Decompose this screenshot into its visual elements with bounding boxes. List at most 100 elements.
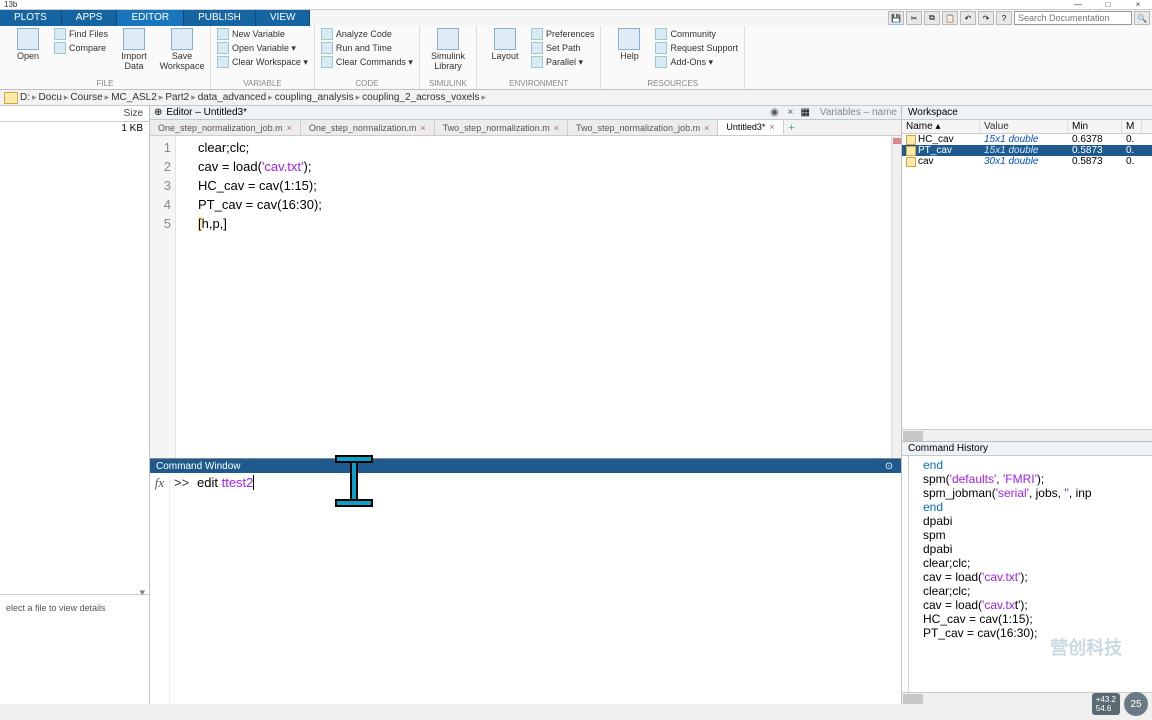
breadcrします-5[interactable]: data_advanced▸ bbox=[198, 92, 273, 103]
open-button[interactable]: Open bbox=[6, 28, 50, 61]
clearcmd-button[interactable]: Clear Commands ▾ bbox=[321, 56, 413, 68]
history-line-3[interactable]: end bbox=[923, 500, 1148, 514]
ws-row-HC_cav[interactable]: HC_cav15x1 double0.63780. bbox=[902, 134, 1152, 145]
history-line-4[interactable]: dpabi bbox=[923, 514, 1148, 528]
qa-cut-icon[interactable]: ✂ bbox=[906, 11, 922, 25]
import-button[interactable]: Import Data bbox=[112, 28, 156, 71]
help-button[interactable]: Help bbox=[607, 28, 651, 61]
parallel-button[interactable]: Parallel ▾ bbox=[531, 56, 595, 68]
tab-close-icon[interactable]: × bbox=[704, 123, 709, 133]
workspace-header[interactable]: Workspace bbox=[902, 106, 1152, 120]
fx-icon[interactable]: fx bbox=[150, 473, 170, 704]
help-icon bbox=[618, 28, 640, 50]
search-icon[interactable]: 🔍 bbox=[1134, 11, 1150, 25]
tab-publish[interactable]: PUBLISH bbox=[184, 10, 256, 26]
ws-hscroll[interactable] bbox=[902, 429, 1152, 441]
file-tab-2[interactable]: Two_step_normalization.m× bbox=[435, 120, 568, 135]
tab-view[interactable]: VIEW bbox=[256, 10, 311, 26]
qa-help-icon[interactable]: ? bbox=[996, 11, 1012, 25]
qa-copy-icon[interactable]: ⧉ bbox=[924, 11, 940, 25]
command-input[interactable]: >> edit ttest2 bbox=[170, 473, 258, 704]
history-line-10[interactable]: cav = load('cav.txt'); bbox=[923, 598, 1148, 612]
path-icon bbox=[531, 42, 543, 54]
tab-close-icon[interactable]: × bbox=[287, 123, 292, 133]
tab-editor[interactable]: EDITOR bbox=[117, 10, 184, 26]
history-header[interactable]: Command History bbox=[902, 442, 1152, 456]
clearws-button[interactable]: Clear Workspace ▾ bbox=[217, 56, 308, 68]
folder-icon[interactable] bbox=[4, 92, 18, 104]
prefs-button[interactable]: Preferences bbox=[531, 28, 595, 40]
history-line-5[interactable]: spm bbox=[923, 528, 1148, 542]
openvar-button[interactable]: Open Variable ▾ bbox=[217, 42, 308, 54]
add-tab-button[interactable]: + bbox=[784, 120, 800, 135]
history-line-7[interactable]: clear;clc; bbox=[923, 556, 1148, 570]
max-button[interactable]: □ bbox=[1098, 0, 1118, 9]
editor-close-icon[interactable]: × bbox=[784, 107, 796, 118]
layout-button[interactable]: Layout bbox=[483, 28, 527, 61]
tab-plots[interactable]: PLOTS bbox=[0, 10, 62, 26]
history-line-8[interactable]: cav = load('cav.txt'); bbox=[923, 570, 1148, 584]
file-tab-4[interactable]: Untitled3*× bbox=[718, 120, 783, 135]
savews-button[interactable]: Save Workspace bbox=[160, 28, 204, 71]
addons-button[interactable]: Add-Ons ▾ bbox=[655, 56, 738, 68]
editor-popup-icon[interactable]: ◉ bbox=[768, 107, 780, 118]
variables-pane-title[interactable]: Variables – name bbox=[814, 107, 897, 118]
ws-row-PT_cav[interactable]: PT_cav15x1 double0.58730. bbox=[902, 145, 1152, 156]
ws-col-max[interactable]: M bbox=[1122, 120, 1142, 133]
qa-paste-icon[interactable]: 📋 bbox=[942, 11, 958, 25]
cmd-arg: ttest2 bbox=[222, 475, 254, 490]
qa-save-icon[interactable]: 💾 bbox=[888, 11, 904, 25]
simulink-button[interactable]: Simulink Library bbox=[426, 28, 470, 71]
file-tab-0[interactable]: One_step_normalization_job.m× bbox=[150, 120, 301, 135]
breadcrします-4[interactable]: Part2▸ bbox=[165, 92, 195, 103]
cf-row[interactable]: 1 KB bbox=[0, 122, 149, 135]
findfiles-button[interactable]: Find Files bbox=[54, 28, 108, 40]
file-tab-3[interactable]: Two_step_normalization_job.m× bbox=[568, 120, 718, 135]
breadcrします-3[interactable]: MC_ASL2▸ bbox=[111, 92, 163, 103]
command-history-pane: Command History endspm('defaults', 'FMRI… bbox=[902, 441, 1152, 704]
history-line-11[interactable]: HC_cav = cav(1:15); bbox=[923, 612, 1148, 626]
newvar-button[interactable]: New Variable bbox=[217, 28, 308, 40]
search-doc-input[interactable] bbox=[1014, 11, 1132, 25]
ws-row-cav[interactable]: cav30x1 double0.58730. bbox=[902, 156, 1152, 167]
code-minimap[interactable] bbox=[891, 136, 901, 458]
breadcrします-1[interactable]: Docu▸ bbox=[39, 92, 69, 103]
breadcrします-0[interactable]: D:▸ bbox=[20, 92, 37, 103]
tab-apps[interactable]: APPS bbox=[62, 10, 118, 26]
support-button[interactable]: Request Support bbox=[655, 42, 738, 54]
ws-columns[interactable]: Name ▴ Value Min M bbox=[902, 120, 1152, 134]
cf-splitter[interactable]: ▾ bbox=[0, 586, 149, 594]
ws-col-name[interactable]: Name ▴ bbox=[902, 120, 980, 133]
history-line-0[interactable]: end bbox=[923, 458, 1148, 472]
command-window-header[interactable]: Command Window ⊙ bbox=[150, 459, 901, 473]
tab-close-icon[interactable]: × bbox=[769, 122, 774, 132]
tab-close-icon[interactable]: × bbox=[420, 123, 425, 133]
history-line-9[interactable]: clear;clc; bbox=[923, 584, 1148, 598]
compare-button[interactable]: Compare bbox=[54, 42, 108, 54]
close-button[interactable]: × bbox=[1128, 0, 1148, 9]
qa-undo-icon[interactable]: ↶ bbox=[960, 11, 976, 25]
breadcrします-6[interactable]: coupling_analysis▸ bbox=[275, 92, 360, 103]
min-button[interactable]: — bbox=[1068, 0, 1088, 9]
ws-col-value[interactable]: Value bbox=[980, 120, 1068, 133]
code-body[interactable]: clear;clc;cav = load('cav.txt');HC_cav =… bbox=[176, 136, 891, 458]
breadcrします-7[interactable]: coupling_2_across_voxels▸ bbox=[362, 92, 486, 103]
runtime-button[interactable]: Run and Time bbox=[321, 42, 413, 54]
tab-close-icon[interactable]: × bbox=[554, 123, 559, 133]
analyze-button[interactable]: Analyze Code bbox=[321, 28, 413, 40]
breadcrします-2[interactable]: Course▸ bbox=[70, 92, 109, 103]
history-line-6[interactable]: dpabi bbox=[923, 542, 1148, 556]
history-line-2[interactable]: spm_jobman('serial', jobs, '', inp bbox=[923, 486, 1148, 500]
editor-expand-icon[interactable]: ⊕ bbox=[154, 107, 162, 118]
file-tab-1[interactable]: One_step_normalization.m× bbox=[301, 120, 435, 135]
cmdwin-menu-icon[interactable]: ⊙ bbox=[883, 461, 895, 472]
history-line-1[interactable]: spm('defaults', 'FMRI'); bbox=[923, 472, 1148, 486]
setpath-button[interactable]: Set Path bbox=[531, 42, 595, 54]
community-button[interactable]: Community bbox=[655, 28, 738, 40]
code-editor[interactable]: 12345 clear;clc;cav = load('cav.txt');HC… bbox=[150, 136, 901, 458]
file-tabs: One_step_normalization_job.m×One_step_no… bbox=[150, 120, 901, 136]
qa-redo-icon[interactable]: ↷ bbox=[978, 11, 994, 25]
ws-col-min[interactable]: Min bbox=[1068, 120, 1122, 133]
vars-pane-icon[interactable]: ▦ bbox=[800, 107, 809, 118]
cf-header[interactable]: Size bbox=[0, 106, 149, 122]
